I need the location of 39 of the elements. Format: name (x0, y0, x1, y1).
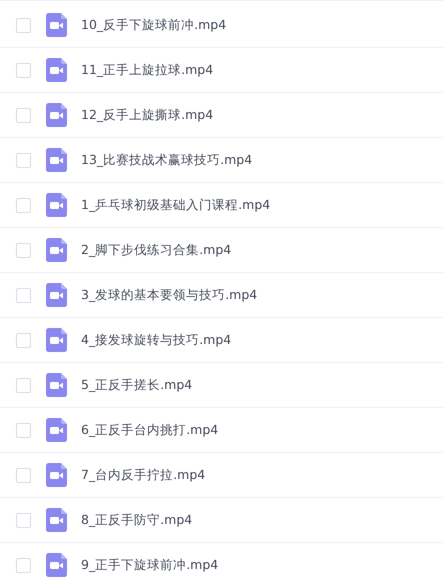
video-file-icon (46, 238, 67, 262)
video-file-icon (46, 103, 67, 127)
file-name[interactable]: 13_比赛技战术赢球技巧.mp4 (81, 152, 252, 168)
file-name[interactable]: 2_脚下步伐练习合集.mp4 (81, 242, 232, 258)
video-file-icon (46, 463, 67, 487)
file-name[interactable]: 4_接发球旋转与技巧.mp4 (81, 332, 232, 348)
video-file-icon (46, 328, 67, 352)
video-file-icon (46, 58, 67, 82)
file-name[interactable]: 6_正反手台内挑打.mp4 (81, 422, 218, 438)
video-file-icon (46, 13, 67, 37)
checkbox[interactable] (16, 422, 31, 438)
file-name[interactable]: 11_正手上旋拉球.mp4 (81, 62, 214, 78)
checkbox[interactable] (16, 18, 31, 32)
checkbox[interactable] (16, 288, 31, 302)
video-file-icon (46, 283, 67, 307)
file-name[interactable]: 5_正反手搓长.mp4 (81, 376, 192, 394)
checkbox[interactable] (16, 378, 31, 392)
checkbox[interactable] (16, 468, 31, 482)
checkbox[interactable] (16, 62, 31, 78)
file-name[interactable]: 8_正反手防守.mp4 (81, 512, 192, 528)
checkbox[interactable] (16, 108, 31, 122)
checkbox[interactable] (16, 242, 31, 258)
file-name[interactable]: 7_台内反手拧拉.mp4 (81, 466, 206, 484)
video-file-icon (46, 508, 67, 532)
checkbox[interactable] (16, 558, 31, 572)
checkbox[interactable] (16, 332, 31, 348)
file-name[interactable]: 10_反手下旋球前冲.mp4 (81, 16, 226, 34)
checkbox[interactable] (16, 512, 31, 528)
file-name[interactable]: 12_反手上旋撕球.mp4 (81, 106, 214, 124)
video-file-icon (46, 418, 67, 442)
file-name[interactable]: 9_正手下旋球前冲.mp4 (81, 556, 218, 574)
checkbox[interactable] (16, 152, 31, 168)
video-file-icon (46, 373, 67, 397)
video-file-icon (46, 193, 67, 217)
file-name[interactable]: 1_乒乓球初级基础入门课程.mp4 (81, 196, 270, 214)
video-file-icon (46, 553, 67, 577)
file-name[interactable]: 3_发球的基本要领与技巧.mp4 (81, 286, 258, 304)
video-file-icon (46, 148, 67, 172)
checkbox[interactable] (16, 198, 31, 212)
